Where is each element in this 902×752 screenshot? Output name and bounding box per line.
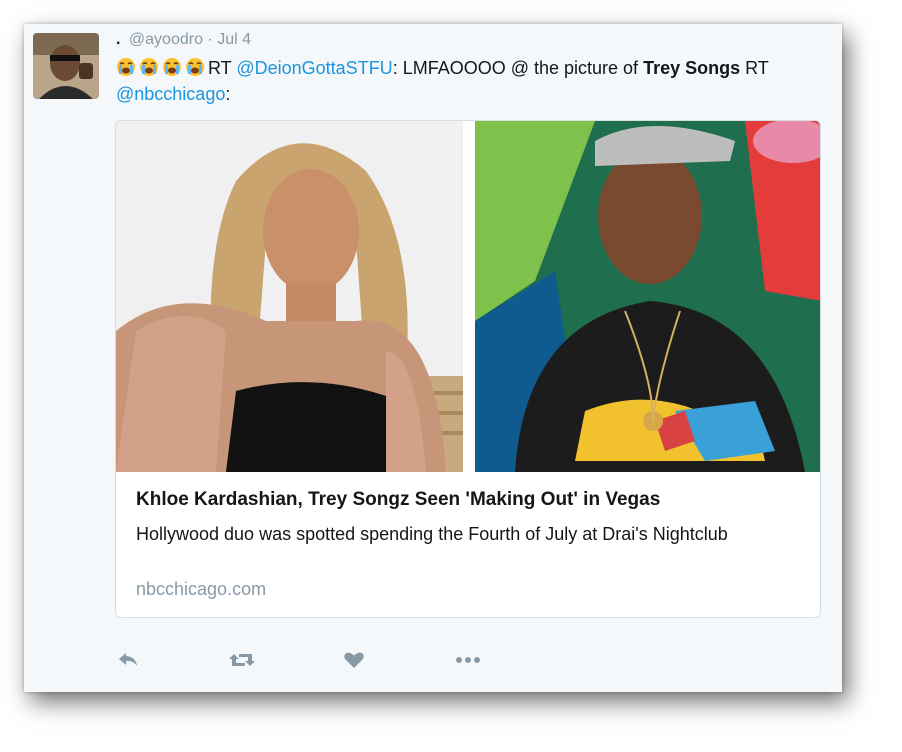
timestamp[interactable]: Jul 4 xyxy=(217,31,251,48)
mention-nbcchicago[interactable]: @nbcchicago xyxy=(116,84,225,104)
display-name[interactable]: . xyxy=(116,31,120,48)
photo-man xyxy=(475,121,820,472)
loudly-crying-face-icon xyxy=(117,58,135,76)
card-image-left[interactable] xyxy=(116,121,463,472)
tweet-card: . @ayoodro · Jul 4 RT @DeionGottaSTFU: L… xyxy=(24,24,842,692)
rt-label: RT xyxy=(208,58,232,78)
card-title[interactable]: Khloe Kardashian, Trey Songz Seen 'Makin… xyxy=(136,489,660,511)
bold-name: Trey Songs xyxy=(643,58,741,78)
photo-woman xyxy=(116,121,463,472)
like-icon[interactable] xyxy=(342,648,368,672)
card-domain[interactable]: nbcchicago.com xyxy=(136,579,266,600)
loudly-crying-face-icon xyxy=(140,58,158,76)
mention-deiongottastfu[interactable]: @DeionGottaSTFU xyxy=(236,58,392,78)
tweet-text-part: : LMFAOOOO @ the picture of xyxy=(392,58,639,78)
loudly-crying-face-icon xyxy=(163,58,181,76)
more-icon[interactable] xyxy=(454,648,480,672)
handle[interactable]: @ayoodro xyxy=(129,31,203,48)
retweet-icon[interactable] xyxy=(228,648,255,672)
emoji-group xyxy=(116,58,208,78)
reply-icon[interactable] xyxy=(116,648,142,672)
avatar[interactable] xyxy=(33,33,99,99)
tweet-text: RT @DeionGottaSTFU: LMFAOOOO @ the pictu… xyxy=(116,55,806,107)
rt-label-2: RT xyxy=(745,58,769,78)
loudly-crying-face-icon xyxy=(186,58,204,76)
link-card[interactable]: Khloe Kardashian, Trey Songz Seen 'Makin… xyxy=(115,120,821,618)
avatar-image xyxy=(33,33,99,99)
card-description: Hollywood duo was spotted spending the F… xyxy=(136,524,728,544)
colon: : xyxy=(225,84,231,104)
separator: · xyxy=(207,31,213,48)
card-image-right[interactable] xyxy=(475,121,820,472)
tweet-actions xyxy=(116,648,536,672)
tweet-header: . @ayoodro · Jul 4 xyxy=(116,31,251,49)
